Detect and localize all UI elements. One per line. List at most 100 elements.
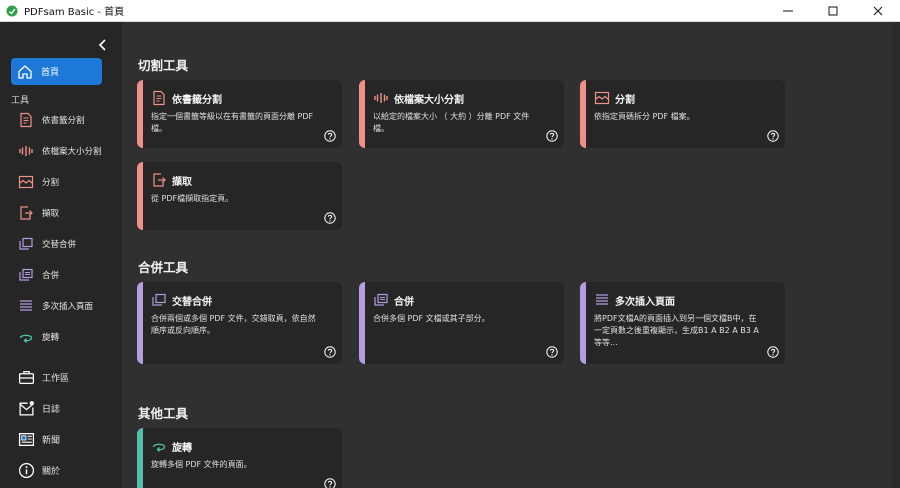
maximize-button[interactable] [810, 0, 855, 22]
log-icon [18, 400, 34, 416]
minimize-button[interactable] [765, 0, 810, 22]
extract-icon [153, 173, 166, 187]
sidebar-item-multi-insert[interactable]: 多次插入頁面 [11, 294, 116, 318]
tool-card-alternate-mix[interactable]: 交替合併 合併兩個或多個 PDF 文件，交錯取頁，依自然順序或反向順序。 [137, 282, 342, 364]
bookmark-split-icon [153, 90, 165, 106]
tools-header: 工具 [11, 96, 30, 106]
sidebar: 首頁 工具 依書籤分割 依檔案大小分割 分割 擷取 交替合併 合併 多次插入頁面… [0, 22, 122, 488]
sidebar-item-rotate[interactable]: 旋轉 [11, 325, 116, 349]
size-split-icon [374, 93, 388, 103]
card-title: 合併 [394, 297, 414, 308]
alternate-mix-icon [152, 293, 166, 306]
card-accent [359, 80, 365, 148]
sidebar-item-label: 依檔案大小分割 [42, 147, 102, 157]
sidebar-item-workspace[interactable]: 工作區 [11, 365, 116, 389]
multi-insert-icon [20, 300, 32, 311]
sidebar-item-label: 旋轉 [42, 333, 60, 343]
minimize-icon [782, 10, 793, 12]
help-icon[interactable] [767, 130, 779, 142]
card-description: 從 PDF檔擷取指定頁。 [151, 194, 234, 203]
tool-card-split-by-bookmarks[interactable]: 依書籤分割 指定一個書籤等級以在有書籤的頁面分離 PDF 檔。 [137, 80, 342, 148]
pdfsam-logo-icon [6, 5, 18, 16]
help-icon[interactable] [546, 130, 558, 142]
card-title: 依檔案大小分割 [394, 95, 464, 106]
card-title: 擷取 [172, 177, 192, 188]
card-accent [137, 162, 143, 230]
close-button[interactable] [855, 0, 900, 22]
alternate-mix-icon [19, 237, 33, 250]
info-icon [18, 462, 34, 478]
extract-icon [20, 206, 33, 220]
tool-card-split[interactable]: 分割 依指定頁碼拆分 PDF 檔案。 [580, 80, 785, 148]
sidebar-item-extract[interactable]: 擷取 [11, 201, 116, 225]
section-title-merge-tools: 合併工具 [138, 260, 189, 275]
card-title: 多次插入頁面 [615, 297, 675, 308]
sidebar-item-label: 日誌 [42, 404, 61, 415]
sidebar-item-split-by-size[interactable]: 依檔案大小分割 [11, 139, 116, 163]
help-icon[interactable] [767, 346, 779, 358]
maximize-icon [828, 6, 837, 16]
merge-icon [19, 268, 33, 281]
help-icon[interactable] [324, 212, 336, 224]
close-icon [873, 6, 882, 16]
main-content: 切割工具 依書籤分割 指定一個書籤等級以在有書籤的頁面分離 PDF 檔。 依檔案… [122, 22, 900, 488]
rotate-icon [19, 334, 33, 343]
bookmark-split-icon [20, 112, 32, 128]
tool-card-merge[interactable]: 合併 合併多個 PDF 文檔或其子部分。 [359, 282, 564, 364]
sidebar-item-log[interactable]: 日誌 [11, 396, 116, 420]
section-title-split-tools: 切割工具 [138, 58, 189, 73]
tool-card-split-by-size[interactable]: 依檔案大小分割 以給定的檔案大小 （ 大約 ）分離 PDF 文件檔。 [359, 80, 564, 148]
sidebar-item-label: 關於 [42, 466, 61, 477]
sidebar-item-label: 交替合併 [42, 240, 77, 250]
sidebar-item-merge[interactable]: 合併 [11, 263, 116, 287]
sidebar-item-label: 合併 [42, 271, 60, 281]
sidebar-item-split-by-bookmarks[interactable]: 依書籤分割 [11, 108, 116, 132]
sidebar-item-label: 依書籤分割 [42, 116, 85, 126]
sidebar-item-label: 多次插入頁面 [42, 302, 94, 312]
briefcase-icon [18, 370, 34, 384]
tool-card-rotate[interactable]: 旋轉 旋轉多個 PDF 文件的頁面。 [137, 428, 342, 488]
home-icon [18, 64, 32, 79]
card-title: 交替合併 [172, 297, 212, 308]
section-title-other-tools: 其他工具 [138, 406, 189, 421]
card-accent [359, 282, 365, 364]
sidebar-item-alternate-mix[interactable]: 交替合併 [11, 232, 116, 256]
card-description: 合併兩個或多個 PDF 文件，交錯取頁，依自然順序或反向順序。 [151, 314, 316, 335]
sidebar-item-news[interactable]: 新聞 [11, 427, 116, 451]
sidebar-item-label: 首頁 [41, 68, 60, 78]
sidebar-item-label: 新聞 [42, 435, 61, 446]
sidebar-item-home[interactable]: 首頁 [11, 58, 102, 85]
help-icon[interactable] [324, 346, 336, 358]
sidebar-item-label: 擷取 [42, 209, 60, 219]
size-split-icon [19, 146, 33, 156]
window-controls [765, 0, 900, 22]
help-icon[interactable] [324, 478, 336, 488]
window-title: PDFsam Basic - 首頁 [24, 7, 125, 18]
tool-card-multi-insert[interactable]: 多次插入頁面 將PDF文檔A的頁面插入到另一個文檔B中，在一定頁數之後重複顯示，… [580, 282, 785, 364]
sidebar-item-label: 工作區 [42, 373, 70, 384]
split-icon [18, 175, 34, 189]
scrollbar-track[interactable] [892, 22, 900, 488]
rotate-icon [152, 443, 166, 452]
help-icon[interactable] [546, 346, 558, 358]
card-accent [137, 428, 143, 488]
title-bar: PDFsam Basic - 首頁 [0, 0, 900, 22]
card-description: 以給定的檔案大小 （ 大約 ）分離 PDF 文件檔。 [373, 112, 530, 133]
card-title: 分割 [615, 95, 635, 106]
card-title: 依書籤分割 [172, 95, 222, 106]
sidebar-item-about[interactable]: 關於 [11, 458, 116, 482]
merge-icon [374, 293, 388, 306]
sidebar-item-split[interactable]: 分割 [11, 170, 116, 194]
card-description: 將PDF文檔A的頁面插入到另一個文檔B中，在一定頁數之後重複顯示，生成B1 A … [594, 314, 759, 347]
card-description: 指定一個書籤等級以在有書籤的頁面分離 PDF 檔。 [151, 112, 314, 133]
card-accent [137, 282, 143, 364]
card-accent [137, 80, 143, 148]
card-title: 旋轉 [172, 443, 192, 454]
tool-card-extract[interactable]: 擷取 從 PDF檔擷取指定頁。 [137, 162, 342, 230]
news-icon [18, 432, 34, 446]
help-icon[interactable] [324, 130, 336, 142]
card-accent [580, 80, 586, 148]
chevron-left-icon[interactable] [96, 38, 110, 52]
card-description: 旋轉多個 PDF 文件的頁面。 [151, 460, 252, 469]
card-description: 合併多個 PDF 文檔或其子部分。 [373, 314, 490, 323]
